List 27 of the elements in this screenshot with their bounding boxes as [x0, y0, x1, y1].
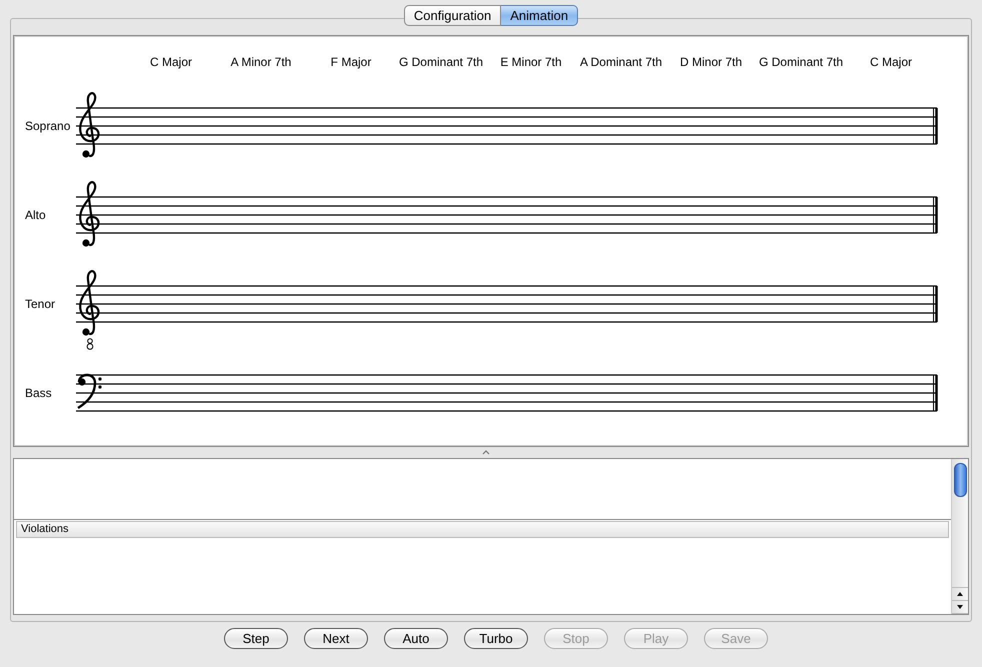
chord-label: D Minor 7th: [678, 55, 744, 71]
action-button[interactable]: Auto: [384, 628, 448, 649]
staff-label: Bass: [24, 386, 53, 400]
split-handle-icon[interactable]: [482, 450, 490, 455]
action-button[interactable]: Turbo: [464, 628, 528, 649]
chord-label: C Major: [148, 55, 193, 71]
scrollbar[interactable]: [951, 459, 968, 614]
action-button[interactable]: Step: [224, 628, 288, 649]
staff-label: Tenor: [24, 297, 56, 311]
bass-clef-icon: [77, 374, 102, 409]
scroll-thumb[interactable]: [954, 463, 967, 497]
treble-clef-icon: [79, 270, 100, 350]
column-header[interactable]: Violations: [16, 521, 949, 538]
tab[interactable]: Animation: [501, 5, 578, 26]
chord-label: A Dominant 7th: [578, 55, 664, 71]
action-button[interactable]: Next: [304, 628, 368, 649]
chord-label: F Major: [330, 55, 372, 71]
treble-clef-icon: [79, 181, 100, 247]
chord-label: G Dominant 7th: [398, 55, 484, 71]
treble-clef-icon: [79, 92, 100, 158]
staff-label: Soprano: [24, 119, 72, 133]
chord-label: G Dominant 7th: [758, 55, 844, 71]
staff-label: Alto: [24, 208, 47, 222]
chord-label: A Minor 7th: [230, 55, 292, 71]
chord-label: E Minor 7th: [499, 55, 563, 71]
tab[interactable]: Configuration: [404, 5, 502, 26]
chord-label: C Major: [868, 55, 913, 71]
